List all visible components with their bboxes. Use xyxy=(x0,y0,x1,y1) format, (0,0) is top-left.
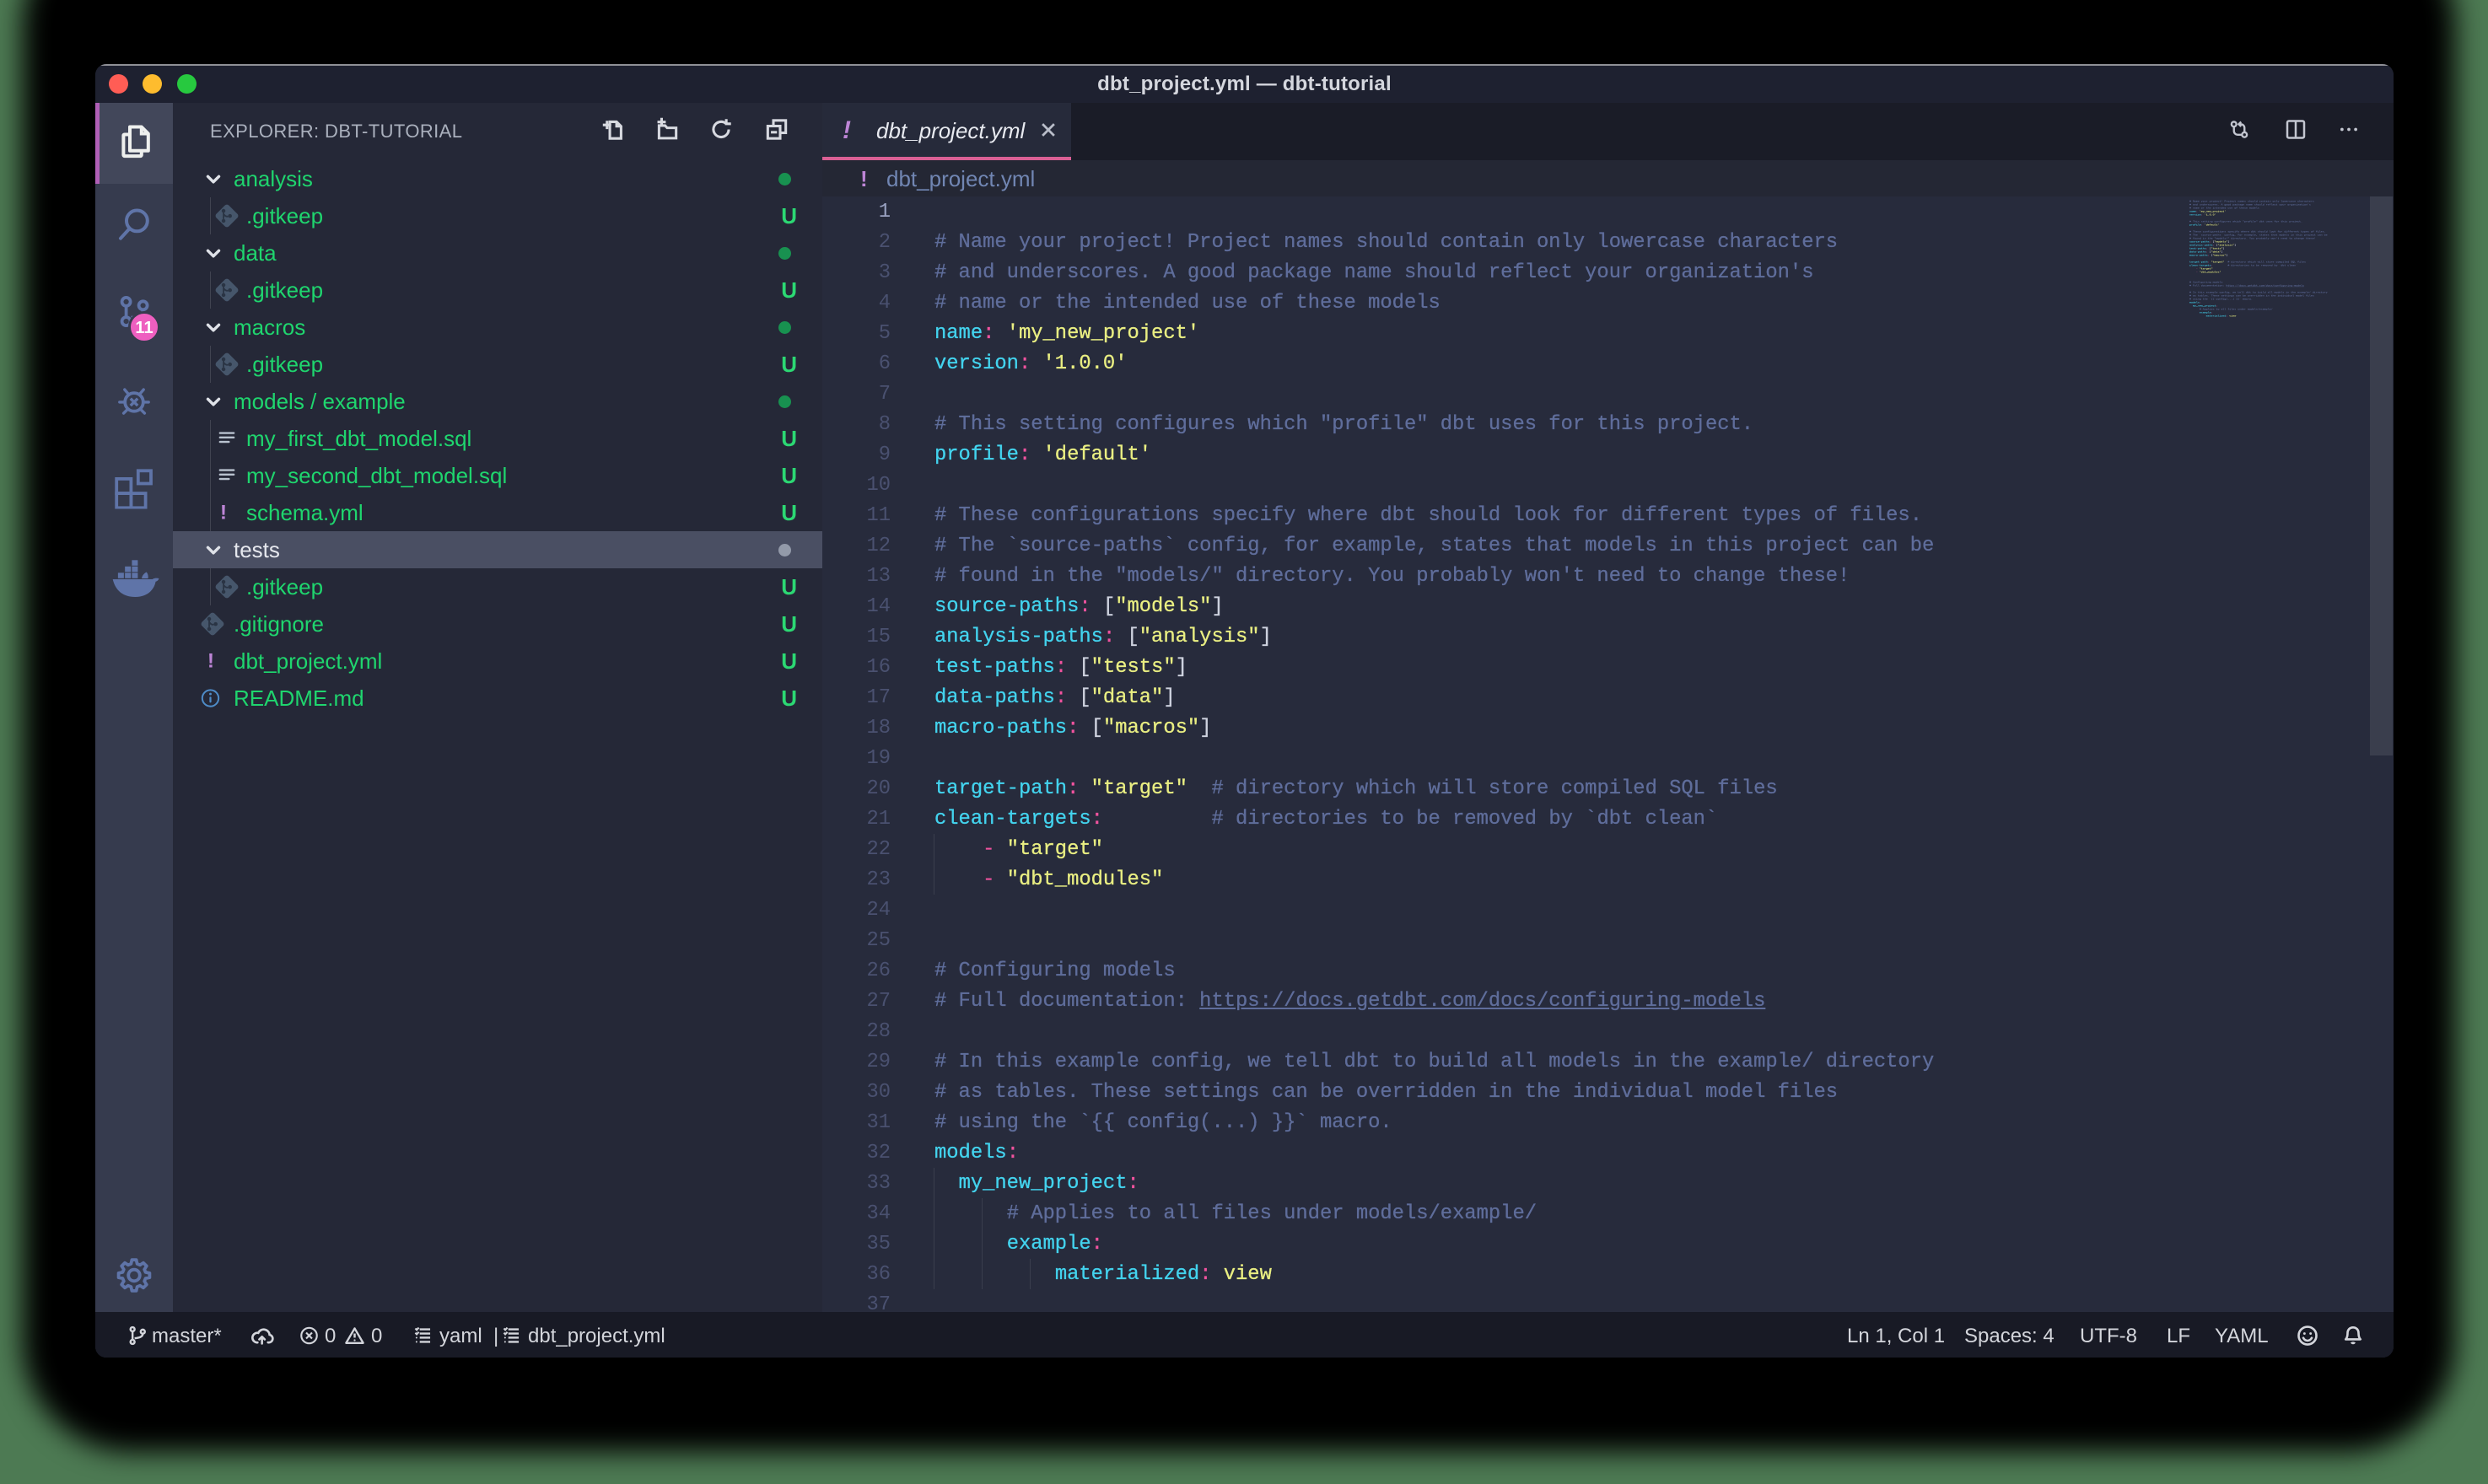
svg-text:!: ! xyxy=(207,650,214,673)
svg-text:!: ! xyxy=(220,502,227,524)
